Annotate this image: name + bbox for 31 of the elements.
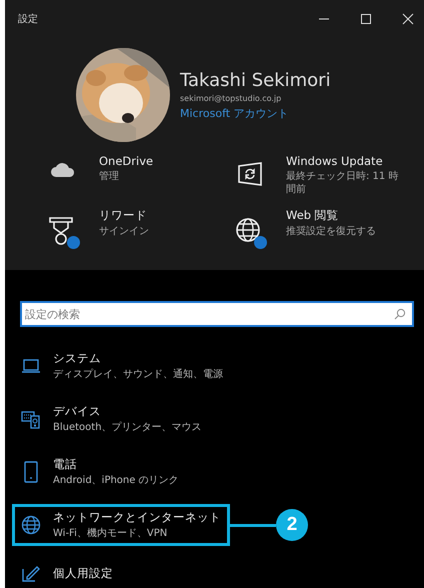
globe-icon <box>21 515 41 535</box>
link-title[interactable]: Web 閲覧 <box>286 208 339 223</box>
link-title[interactable]: OneDrive <box>99 154 154 168</box>
phone-icon <box>24 461 38 483</box>
category-item[interactable]: ネットワークとインターネット Wi-Fi、機内モード、VPN <box>12 504 230 546</box>
notification-dot <box>67 236 80 249</box>
step-number: 2 <box>276 509 308 541</box>
link-subtitle: サインイン <box>99 225 149 238</box>
link-subtitle: 推奨設定を復元する <box>286 225 376 238</box>
link-subtitle: 管理 <box>99 170 119 183</box>
cloud-icon <box>50 162 76 178</box>
laptop-icon <box>21 358 41 374</box>
maximize-icon[interactable] <box>360 13 372 25</box>
link-title[interactable]: Windows Update <box>286 154 383 168</box>
sync-icon <box>237 162 263 186</box>
category-item[interactable]: 個人用設定 <box>12 557 122 588</box>
search-field[interactable]: 設定の検索 <box>20 301 414 327</box>
close-icon[interactable] <box>402 13 414 25</box>
link-title[interactable]: リワード <box>99 208 147 223</box>
category-item[interactable]: システム ディスプレイ、サウンド、通知、電源 <box>12 345 232 387</box>
notification-dot <box>254 236 267 249</box>
leader-line <box>230 524 276 526</box>
user-name: Takashi Sekimori <box>180 70 331 90</box>
link-subtitle: 最終チェック日時: 11 時間前 <box>286 170 400 196</box>
window-title: 設定 <box>18 12 38 26</box>
category-item[interactable]: 電話 Android、iPhone のリンク <box>12 451 188 493</box>
user-email: sekimori@topstudio.co.jp <box>180 94 282 102</box>
search-icon <box>394 308 406 320</box>
devices-icon <box>21 409 41 429</box>
account-link[interactable]: Microsoft アカウント <box>180 106 289 120</box>
category-item[interactable]: デバイス Bluetooth、プリンター、マウス <box>12 398 211 440</box>
